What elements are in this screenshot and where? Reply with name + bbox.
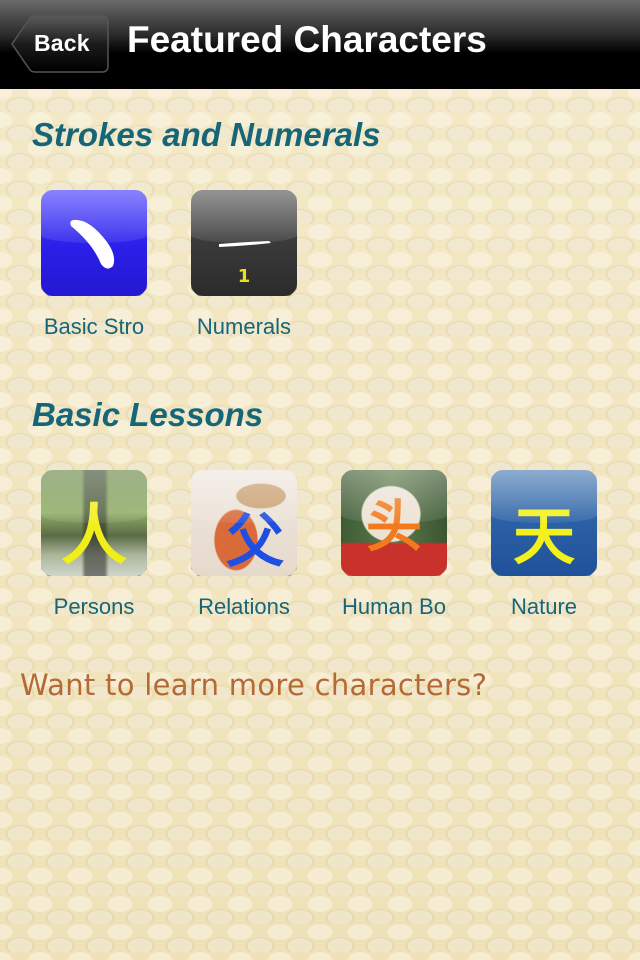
section-title-basic-lessons: Basic Lessons <box>32 396 264 433</box>
tile-numerals[interactable]: 1 Numerals <box>174 190 314 340</box>
head-character-icon: 头 <box>341 470 447 576</box>
head-glyph: 头 <box>366 495 422 560</box>
tile-label: Human Bo <box>342 594 446 619</box>
back-button[interactable]: Back <box>10 15 109 73</box>
person-character-icon: 人 <box>41 470 147 576</box>
section-title-strokes-numerals: Strokes and Numerals <box>32 116 381 153</box>
tile-label: Persons <box>53 594 135 619</box>
tile-basic-strokes[interactable]: Basic Stro <box>24 190 164 340</box>
numeral-digit: 1 <box>237 266 251 287</box>
page-title: Featured Characters <box>127 19 487 60</box>
back-button-label: Back <box>34 30 90 56</box>
stroke-icon <box>41 190 147 296</box>
tile-label: Nature <box>510 594 578 619</box>
tile-persons[interactable]: 人 Persons <box>24 470 164 620</box>
learn-more-link[interactable]: Want to learn more characters? <box>20 668 487 702</box>
tile-label: Relations <box>198 594 290 619</box>
tile-nature[interactable]: 天 Nature <box>474 470 614 620</box>
tile-label: Basic Stro <box>43 314 145 339</box>
sky-character-icon: 天 <box>491 470 597 576</box>
tile-human-body[interactable]: 头 Human Bo <box>324 470 464 620</box>
father-glyph: 父 <box>225 507 284 575</box>
navigation-bar: Back Featured Characters <box>0 0 640 89</box>
sky-glyph: 天 <box>512 500 575 573</box>
numeral-one-icon: 1 <box>191 190 297 296</box>
father-character-icon: 父 <box>191 470 297 576</box>
tile-label: Numerals <box>196 314 292 339</box>
tile-relations[interactable]: 父 Relations <box>174 470 314 620</box>
person-glyph: 人 <box>61 497 127 574</box>
